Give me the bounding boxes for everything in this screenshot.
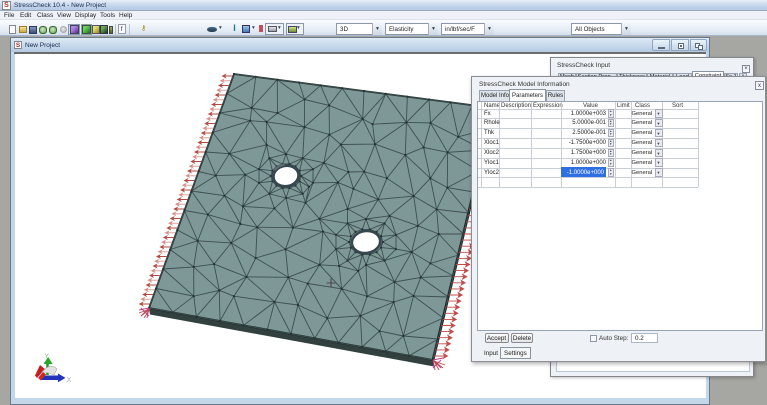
svg-text:Y: Y [45,353,50,360]
svg-text:X: X [67,375,72,384]
